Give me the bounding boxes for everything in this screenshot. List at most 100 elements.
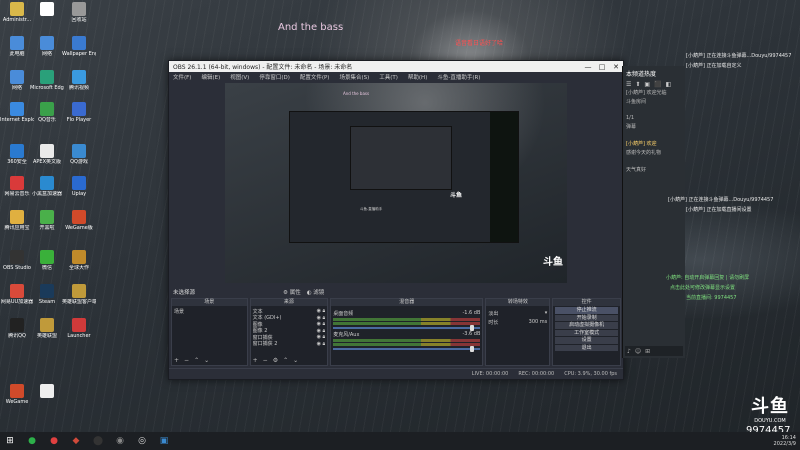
eye-icon[interactable]: ◉ — [317, 328, 321, 334]
chat-input[interactable]: ♪ ☺ ⊞ — [625, 346, 683, 356]
add-icon[interactable]: + — [253, 357, 258, 364]
desktop-icon[interactable]: 开黑啦 — [30, 210, 64, 231]
source-item[interactable]: 窗口捕获 2 ◉ 🔒︎ — [253, 341, 326, 348]
desktop-icon[interactable]: 英雄联盟 — [30, 318, 64, 339]
desktop-icon[interactable]: Steam — [30, 284, 64, 305]
slider-handle[interactable] — [470, 346, 475, 352]
chat-tool-icon[interactable]: ⬆ — [635, 81, 640, 88]
remove-icon[interactable]: − — [263, 357, 268, 364]
desktop-icon[interactable]: 网络 — [30, 36, 64, 57]
desktop-icon[interactable]: 回收站 — [62, 2, 96, 23]
minimize-icon[interactable]: — — [581, 63, 595, 71]
desktop-icon[interactable]: APEX英文版 — [30, 144, 64, 165]
desktop-icon[interactable] — [30, 2, 64, 17]
desktop-icon[interactable]: QQ音乐 — [30, 102, 64, 123]
eye-icon[interactable]: ◉ — [317, 334, 321, 340]
desktop-icon[interactable]: Microsoft Edge — [30, 70, 64, 91]
desktop-icon[interactable]: 腾讯QQ — [0, 318, 34, 339]
taskbar-app-icon[interactable]: ⬤ — [92, 435, 104, 447]
desktop-icon[interactable]: Wallpaper Engine — [62, 36, 96, 57]
taskbar-app-icon[interactable]: ◆ — [70, 435, 82, 447]
lock-icon[interactable]: 🔒︎ — [323, 334, 326, 340]
start-recording-button[interactable]: 开始录制 — [555, 314, 619, 321]
obs-preview[interactable]: And the bass 斗鱼 斗鱼-直播助手 斗鱼 — [225, 83, 567, 283]
desktop-icon[interactable]: 腾讯应用宝 — [0, 210, 34, 231]
volume-slider[interactable] — [333, 325, 481, 331]
desktop-icon[interactable]: WeGame版 — [62, 210, 96, 231]
eye-icon[interactable]: ◉ — [317, 315, 321, 321]
duration-input[interactable]: 300 ms — [529, 319, 548, 326]
desktop-icon[interactable]: 全球大作 — [62, 250, 96, 271]
maximize-icon[interactable]: □ — [595, 63, 609, 71]
desktop-icon[interactable]: QQ游戏 — [62, 144, 96, 165]
gear-icon[interactable]: ⚙ — [273, 357, 278, 364]
add-icon[interactable]: + — [174, 357, 179, 364]
menu-file[interactable]: 文件(F) — [173, 73, 191, 81]
obs-window[interactable]: OBS 26.1.1 (64-bit, windows) - 配置文件: 未命名… — [168, 60, 627, 380]
desktop-icon[interactable]: 微信 — [30, 250, 64, 271]
desktop-icon[interactable]: 360安全 — [0, 144, 34, 165]
chat-tool-icon[interactable]: ☰ — [626, 81, 631, 88]
close-icon[interactable]: ✕ — [609, 63, 623, 71]
stop-streaming-button[interactable]: 停止推流 — [555, 307, 619, 314]
desktop-icon[interactable]: OBS Studio — [0, 250, 34, 271]
slider-handle[interactable] — [470, 325, 475, 331]
transition-select[interactable]: 淡出 ▾ — [488, 310, 547, 317]
chat-input-icon[interactable]: ♪ — [627, 348, 631, 355]
menu-docks[interactable]: 停靠窗口(D) — [259, 73, 290, 81]
eye-icon[interactable]: ◉ — [317, 321, 321, 327]
obs-title-bar[interactable]: OBS 26.1.1 (64-bit, windows) - 配置文件: 未命名… — [169, 61, 623, 72]
chat-input-icon[interactable]: ☺ — [635, 348, 641, 355]
taskbar-app-icon[interactable]: ◉ — [114, 435, 126, 447]
lock-icon[interactable]: 🔒︎ — [323, 321, 326, 327]
scene-item[interactable]: 场景 — [174, 308, 245, 315]
taskbar-app-icon[interactable]: ● — [26, 435, 38, 447]
taskbar-app-icon[interactable]: ◎ — [136, 435, 148, 447]
move-down-icon[interactable]: ⌄ — [293, 357, 298, 364]
move-down-icon[interactable]: ⌄ — [204, 357, 209, 364]
desktop-icon[interactable]: Uplay — [62, 176, 96, 197]
desktop-icon[interactable] — [30, 384, 64, 399]
remove-icon[interactable]: − — [184, 357, 189, 364]
chat-tool-icon[interactable]: ▣ — [644, 81, 650, 88]
desktop-icon[interactable]: 英雄联盟客户端 — [62, 284, 96, 305]
desktop-icon[interactable]: Internet Explorer — [0, 102, 34, 123]
desktop-icon[interactable]: 网易UU加速器 — [0, 284, 34, 305]
menu-profile[interactable]: 配置文件(P) — [300, 73, 330, 81]
move-up-icon[interactable]: ⌃ — [194, 357, 199, 364]
eye-icon[interactable]: ◉ — [317, 308, 321, 314]
menu-douyu-assistant[interactable]: 斗鱼-直播助手(R) — [437, 73, 480, 81]
studio-mode-button[interactable]: 工作室模式 — [555, 329, 619, 336]
start-virtual-camera-button[interactable]: 启动虚拟摄像机 — [555, 322, 619, 329]
danmaku-chat-panel[interactable]: 本频道热度 ☰ ⬆ ▣ ⬛ ◧ [小葫芦] 欢迎光临 斗鱼房间 1/1 弹幕 [小葫芦] 欢… — [622, 66, 685, 358]
desktop-icon[interactable]: 网络 — [0, 70, 34, 91]
desktop-icon[interactable]: 腾讯视频 — [62, 70, 96, 91]
menu-edit[interactable]: 编辑(E) — [201, 73, 220, 81]
chat-tool-icon[interactable]: ◧ — [666, 81, 672, 88]
eye-icon[interactable]: ◉ — [317, 341, 321, 347]
exit-button[interactable]: 退出 — [555, 344, 619, 351]
lock-icon[interactable]: 🔒︎ — [323, 341, 326, 347]
lock-icon[interactable]: 🔒︎ — [323, 328, 326, 334]
system-tray-clock[interactable]: 16:14 2022/3/9 — [774, 435, 796, 447]
lock-icon[interactable]: 🔒︎ — [323, 308, 326, 314]
desktop-icon[interactable]: Launcher — [62, 318, 96, 339]
properties-button[interactable]: ⚙ 属性 — [283, 288, 301, 296]
menu-tools[interactable]: 工具(T) — [379, 73, 398, 81]
desktop-icon[interactable]: 此电脑 — [0, 36, 34, 57]
menu-scene-collection[interactable]: 场景集合(S) — [339, 73, 369, 81]
desktop-icon[interactable]: 小黑盒加速器 — [30, 176, 64, 197]
settings-button[interactable]: 设置 — [555, 337, 619, 344]
filters-button[interactable]: ◐ 滤镜 — [307, 288, 325, 296]
desktop-icon[interactable]: Flo Player — [62, 102, 96, 123]
move-up-icon[interactable]: ⌃ — [283, 357, 288, 364]
taskbar-app-icon[interactable]: ▣ — [158, 435, 170, 447]
taskbar-app-icon[interactable]: ● — [48, 435, 60, 447]
chat-input-icon[interactable]: ⊞ — [645, 348, 650, 355]
menu-help[interactable]: 帮助(H) — [408, 73, 427, 81]
windows-start-icon[interactable]: ⊞ — [4, 435, 16, 447]
desktop-icon[interactable]: 网易云音乐 — [0, 176, 34, 197]
desktop-icon[interactable]: WeGame — [0, 384, 34, 405]
lock-icon[interactable]: 🔒︎ — [323, 315, 326, 321]
menu-view[interactable]: 视图(V) — [230, 73, 249, 81]
